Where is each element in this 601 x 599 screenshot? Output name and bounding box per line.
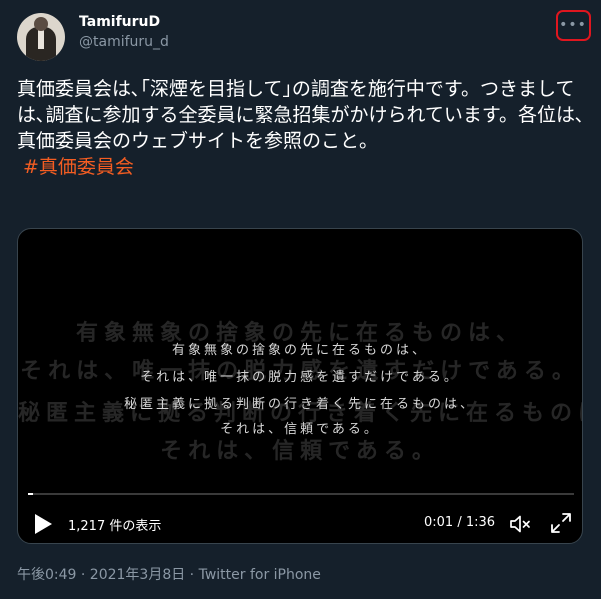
author-handle[interactable]: @tamifuru_d — [79, 34, 169, 50]
tweet-text-block: 真価委員会は､｢深煙を目指して｣の調査を施行中です。つきましては､調査に参加する… — [17, 76, 589, 180]
avatar-shirt — [38, 29, 44, 49]
video-ghost-text: それは、信頼である。 — [160, 438, 440, 464]
video-subtitle-line: 秘匿主義に拠る判断の行き着く先に在るものは、 — [123, 397, 476, 412]
tweet-text: 真価委員会は､｢深煙を目指して｣の調査を施行中です。つきましては､調査に参加する… — [17, 78, 585, 152]
video-progress-bar[interactable] — [28, 493, 574, 495]
fullscreen-icon[interactable] — [550, 512, 572, 534]
video-progress-fill — [28, 493, 34, 495]
video-time: 0:01 / 1:36 — [424, 515, 496, 530]
hashtag-link[interactable]: #真価委員会 — [23, 154, 134, 180]
video-subtitle-line: それは、唯一抹の脱力感を遺すだけである。 — [140, 370, 460, 385]
video-player[interactable]: 有象無象の捨象の先に在るものは、 それは、唯一抹の脱力感を遺すだけである。 秘匿… — [17, 228, 583, 544]
avatar-head — [34, 17, 48, 31]
tweet: TamifuruD @tamifuru_d ••• 真価委員会は､｢深煙を目指し… — [0, 0, 601, 599]
view-count: 1,217 件の表示 — [68, 519, 162, 534]
video-subtitle-line: それは、信頼である。 — [220, 422, 380, 437]
tweet-meta[interactable]: 午後0:49 · 2021年3月8日 · Twitter for iPhone — [17, 564, 321, 584]
annotation-circle — [556, 10, 591, 41]
more-options-button[interactable]: ••• — [556, 10, 591, 41]
avatar[interactable] — [17, 13, 65, 61]
video-subtitle-line: 有象無象の捨象の先に在るものは、 — [171, 343, 428, 358]
play-icon[interactable] — [33, 513, 53, 535]
volume-muted-icon[interactable] — [508, 512, 532, 536]
author-name[interactable]: TamifuruD — [79, 14, 160, 30]
